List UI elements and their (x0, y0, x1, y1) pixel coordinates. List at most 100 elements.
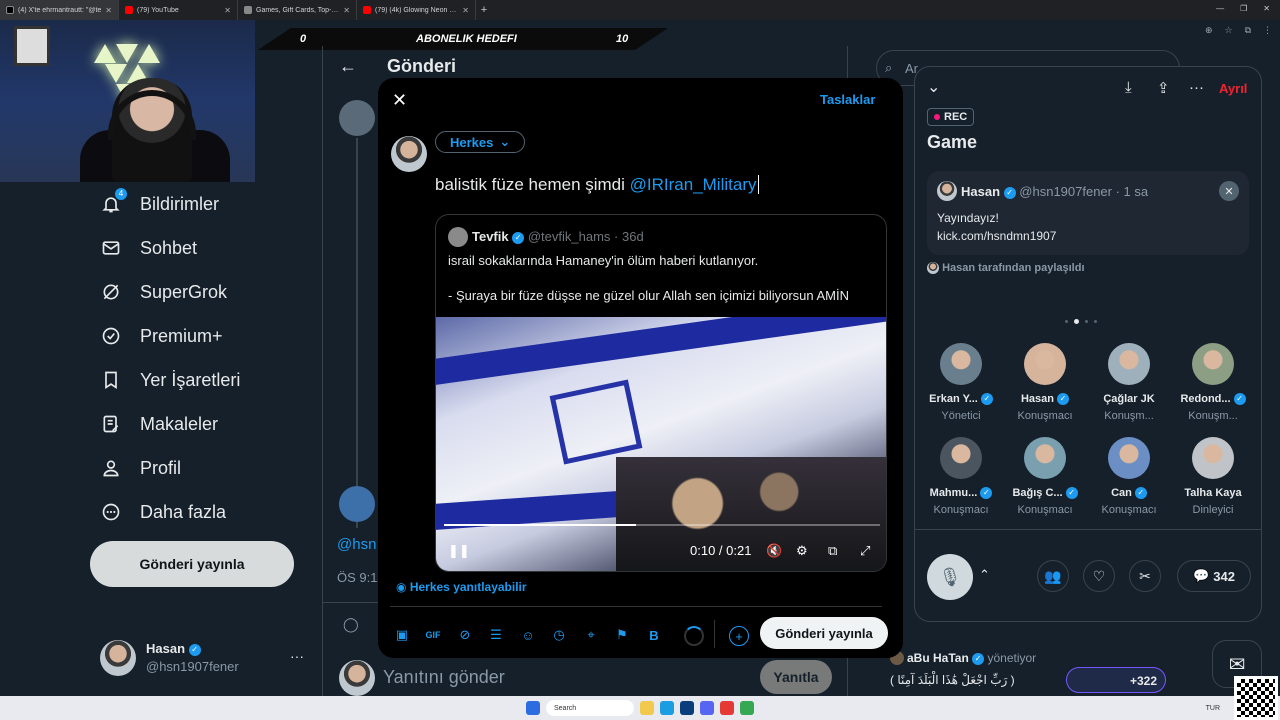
video-player[interactable]: ❚❚ 0:10 / 0:21 🔇 ⚙ ⧉ ⤢ (436, 317, 886, 571)
unpin-close-icon[interactable]: ✕ (1219, 181, 1239, 201)
opera-icon[interactable] (720, 701, 734, 715)
speaker-tile[interactable]: Hasan ✓ Konuşmacı (1003, 343, 1087, 422)
comments-button[interactable]: 💬 342 (1177, 560, 1251, 592)
sidebar-item-profile[interactable]: Profil (100, 450, 181, 486)
handle-link[interactable]: @hsn (337, 536, 376, 553)
leave-button[interactable]: Ayrıl (1219, 81, 1247, 96)
extensions-icon[interactable]: ⧉ (1245, 25, 1251, 36)
restore-icon[interactable]: ❐ (1240, 4, 1247, 13)
close-tab-icon[interactable]: ✕ (462, 6, 469, 15)
back-arrow-icon[interactable]: ← (339, 56, 357, 77)
speaker-tile[interactable]: Mahmu... ✓ Konuşmacı (919, 437, 1003, 516)
close-icon[interactable]: ✕ (392, 90, 407, 111)
discord-icon[interactable] (700, 701, 714, 715)
speaker-tile[interactable]: Çağlar JK Konuşm... (1087, 343, 1171, 422)
pause-icon[interactable]: ❚❚ (448, 543, 470, 559)
grok-icon[interactable]: ⊘ (456, 626, 474, 644)
listener-text: ( رَبِّ اجْعَلْ هَٰذَا الْبَلَدَ آمِنًا … (890, 673, 1015, 687)
sidebar-item-chat[interactable]: Sohbet (100, 230, 197, 266)
speaker-role: Konuşmacı (933, 504, 989, 517)
sidebar-item-articles[interactable]: Makaleler (100, 406, 218, 442)
reply-setting[interactable]: ◉ Herkes yanıtlayabilir (396, 580, 527, 594)
folder-icon[interactable] (640, 701, 654, 715)
chrome-icon[interactable] (740, 701, 754, 715)
speaker-tile[interactable]: Redond... ✓ Konuşm... (1171, 343, 1255, 422)
close-window-icon[interactable]: ✕ (1263, 4, 1270, 13)
poll-icon[interactable]: ☰ (487, 626, 505, 644)
speaker-tile[interactable]: Erkan Y... ✓ Yönetici (919, 343, 1003, 422)
zoom-icon[interactable]: ⊕ (1205, 25, 1213, 36)
minimize-space-icon[interactable]: ⤓ (1125, 79, 1132, 96)
people-icon[interactable]: 👥 (1037, 560, 1069, 592)
sidebar-item-supergrok[interactable]: SuperGrok (100, 274, 227, 310)
browser-tab-x[interactable]: (4) X'te ehrmantrautt: "@te ✕ (0, 0, 119, 20)
menu-icon[interactable]: ⋮ (1263, 25, 1272, 36)
new-tab-icon[interactable]: + (476, 4, 492, 16)
gif-icon[interactable]: GIF (424, 626, 442, 644)
space-listener-card[interactable]: aBu HaTan ✓ yönetiyor ( رَبِّ اجْعَلْ هَ… (890, 643, 1180, 696)
pip-icon[interactable]: ⧉ (828, 543, 837, 559)
mention-link[interactable]: @IRIran_Military (630, 175, 757, 194)
pinned-text-line2[interactable]: kick.com/hsndmn1907 (937, 229, 1056, 243)
browser-tab-youtube-neon[interactable]: (79) (4k) Glowing Neon Circle ✕ (357, 0, 476, 20)
speaker-name: Erkan Y... ✓ (919, 393, 1003, 406)
speaker-tile[interactable]: Can ✓ Konuşmacı (1087, 437, 1171, 516)
person-icon (100, 457, 122, 479)
chevron-up-icon[interactable]: ⌃ (979, 567, 990, 583)
video-progress-bar[interactable] (444, 524, 880, 526)
close-tab-icon[interactable]: ✕ (343, 6, 350, 15)
quoted-text-line1: israil sokaklarında Hamaney'in ölüm habe… (448, 253, 759, 268)
space-title: Game (927, 132, 978, 152)
drafts-button[interactable]: Taslaklar (820, 92, 875, 107)
share-icon[interactable]: ⇪ (1157, 79, 1170, 97)
more-icon[interactable]: ··· (1189, 79, 1204, 96)
speaker-tile[interactable]: Bağış C... ✓ Konuşmacı (1003, 437, 1087, 516)
audience-dropdown[interactable]: Herkes ⌄ (435, 131, 526, 153)
location-icon[interactable]: ⌖ (582, 626, 600, 644)
microphone-icon[interactable]: 🎙 (927, 554, 973, 600)
collapse-chevron-icon[interactable]: ⌄ (927, 77, 940, 97)
listener-status: yönetiyor (987, 651, 1037, 665)
compose-text-area[interactable]: balistik füze hemen şimdi @IRIran_Milita… (435, 175, 760, 195)
chevron-down-icon: ⌄ (499, 134, 511, 149)
browser-tab-shop[interactable]: Games, Gift Cards, Top-Ups & V ✕ (238, 0, 357, 20)
speaker-tile[interactable]: Talha Kaya Dinleyici (1171, 437, 1255, 516)
close-tab-icon[interactable]: ✕ (105, 6, 112, 15)
pinned-post[interactable]: Hasan ✓ @hsn1907fener · 1 sa ✕ Yayındayı… (927, 171, 1249, 255)
compose-modal: ✕ Taslaklar Herkes ⌄ balistik füze hemen… (378, 78, 903, 658)
avatar (339, 486, 375, 522)
sidebar-item-more[interactable]: Daha fazla (100, 494, 226, 530)
bold-icon[interactable]: B (645, 626, 663, 644)
send-post-button[interactable]: Gönderi yayınla (760, 617, 888, 649)
reply-button[interactable]: Yanıtla (760, 660, 832, 694)
star-icon[interactable]: ☆ (1224, 25, 1232, 36)
add-post-icon[interactable]: + (729, 626, 749, 646)
heart-icon[interactable]: ♡ (1083, 560, 1115, 592)
emoji-icon[interactable]: ☺ (519, 626, 537, 644)
mute-icon[interactable]: 🔇 (766, 543, 782, 559)
schedule-icon[interactable]: ◷ (550, 626, 568, 644)
post-button[interactable]: Gönderi yayınla (90, 541, 294, 587)
start-icon[interactable] (526, 701, 540, 715)
taskbar-search[interactable]: Search (546, 700, 634, 716)
reply-input[interactable]: Yanıtını gönder (383, 667, 505, 688)
settings-gear-icon[interactable]: ⚙ (796, 543, 808, 559)
minimize-icon[interactable]: — (1216, 4, 1224, 13)
edge-icon[interactable] (660, 701, 674, 715)
avatar (1108, 343, 1150, 385)
reply-icon[interactable]: ◯ (343, 616, 359, 633)
image-icon[interactable]: ▣ (393, 626, 411, 644)
fullscreen-icon[interactable]: ⤢ (860, 543, 870, 559)
sidebar-item-premium[interactable]: Premium+ (100, 318, 223, 354)
sidebar-item-bookmarks[interactable]: Yer İşaretleri (100, 362, 240, 398)
close-tab-icon[interactable]: ✕ (224, 6, 231, 15)
browser-tab-youtube[interactable]: (79) YouTube ✕ (119, 0, 238, 20)
speaker-name: Can ✓ (1087, 487, 1171, 500)
clip-scissors-icon[interactable]: ✂ (1129, 560, 1161, 592)
account-more-icon[interactable]: ··· (290, 648, 304, 664)
account-switcher[interactable]: Hasan ✓ @hsn1907fener ··· (100, 638, 310, 678)
flag-icon[interactable]: ⚑ (613, 626, 631, 644)
quoted-post[interactable]: Tevfik ✓ @tevfik_hams · 36d israil sokak… (435, 214, 887, 572)
store-icon[interactable] (680, 701, 694, 715)
sidebar-item-notifications[interactable]: 4 Bildirimler (100, 186, 219, 222)
